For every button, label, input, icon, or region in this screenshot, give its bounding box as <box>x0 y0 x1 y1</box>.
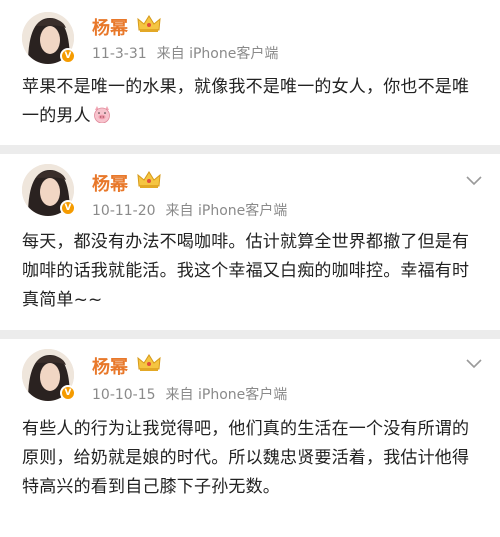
post-source[interactable]: 来自 iPhone客户端 <box>166 203 288 219</box>
verified-badge-icon: V <box>60 385 76 401</box>
author-name[interactable]: 杨幂 <box>92 170 128 196</box>
post-date[interactable]: 10-10-15 <box>92 387 156 403</box>
weibo-feed: V 杨幂 11-3-31 来自 iPhone客户端 苹果不是唯一的水果，就像我不是… <box>0 0 500 537</box>
author-name[interactable]: 杨幂 <box>92 353 128 379</box>
post-text: 有些人的行为让我觉得吧，他们真的生活在一个没有所谓的原则，给奶就是娘的时代。所以… <box>22 419 470 497</box>
crown-icon <box>137 171 161 188</box>
verified-badge-icon: V <box>60 200 76 216</box>
post-card: V 杨幂 10-10-15 来自 iPhone客户端 有些人的行为让我觉得吧，他们… <box>0 339 500 537</box>
post-date[interactable]: 10-11-20 <box>92 203 156 219</box>
post-text: 苹果不是唯一的水果，就像我不是唯一的女人，你也不是唯一的男人 <box>22 73 480 131</box>
post-card: V 杨幂 11-3-31 来自 iPhone客户端 苹果不是唯一的水果，就像我不是… <box>0 0 500 145</box>
pig-face-icon <box>93 106 110 123</box>
post-card: V 杨幂 10-11-20 来自 iPhone客户端 每天，都没有办法不喝咖啡。估… <box>0 154 500 330</box>
crown-icon <box>137 15 161 32</box>
verified-badge-icon: V <box>60 48 76 64</box>
post-meta: 10-11-20 来自 iPhone客户端 <box>92 200 287 220</box>
crown-icon <box>137 354 161 371</box>
chevron-down-icon[interactable] <box>466 359 482 369</box>
post-text-content: 苹果不是唯一的水果，就像我不是唯一的女人，你也不是唯一的男人 <box>22 77 470 126</box>
post-meta: 10-10-15 来自 iPhone客户端 <box>92 384 287 404</box>
author-name[interactable]: 杨幂 <box>92 14 128 40</box>
post-source[interactable]: 来自 iPhone客户端 <box>166 387 288 403</box>
chevron-down-icon[interactable] <box>466 176 482 186</box>
post-meta: 11-3-31 来自 iPhone客户端 <box>92 43 278 63</box>
post-date[interactable]: 11-3-31 <box>92 46 147 62</box>
post-text: 每天，都没有办法不喝咖啡。估计就算全世界都撤了但是有咖啡的话我就能活。我这个幸福… <box>22 232 470 310</box>
post-source[interactable]: 来自 iPhone客户端 <box>157 46 279 62</box>
